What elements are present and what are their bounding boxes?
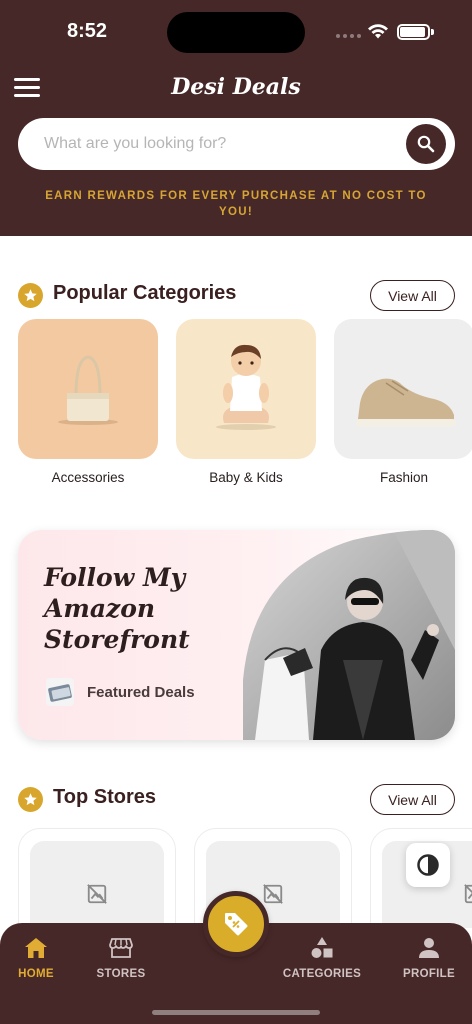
- amazon-storefront-banner[interactable]: Follow My Amazon Storefront Featured Dea…: [18, 530, 455, 740]
- image-placeholder-icon: [464, 884, 472, 904]
- search-input[interactable]: [44, 132, 384, 156]
- category-card-baby-kids[interactable]: Baby & Kids: [176, 319, 316, 485]
- top-stores-header: Top Stores View All: [18, 784, 455, 816]
- nav-categories[interactable]: CATEGORIES: [277, 935, 367, 980]
- view-all-stores-button[interactable]: View All: [370, 784, 455, 815]
- category-card-fashion[interactable]: Fashion: [334, 319, 472, 485]
- cellular-signal-icon: [336, 34, 361, 38]
- sneaker-image: [334, 319, 472, 459]
- nav-profile[interactable]: PROFILE: [384, 935, 472, 980]
- popular-categories-header: Popular Categories View All: [18, 280, 455, 312]
- handbag-image: [18, 319, 158, 459]
- nav-label: STORES: [96, 968, 146, 980]
- store-card[interactable]: [18, 828, 176, 928]
- nav-stores[interactable]: STORES: [76, 935, 166, 980]
- status-time: 8:52: [67, 20, 108, 42]
- search-button[interactable]: [406, 124, 446, 164]
- category-card-accessories[interactable]: Accessories: [18, 319, 158, 485]
- baby-image: [176, 319, 316, 459]
- featured-deals-label: Featured Deals: [87, 683, 195, 701]
- search-icon: [417, 135, 435, 153]
- store-image-placeholder: [30, 841, 164, 928]
- category-label: Accessories: [51, 470, 125, 485]
- contrast-icon: [417, 854, 439, 876]
- nav-label: HOME: [18, 968, 54, 980]
- store-icon: [109, 938, 133, 958]
- app-header: 8:52 Desi Deals EARN REWARDS FOR EVERY P…: [0, 0, 472, 236]
- profile-icon: [419, 938, 439, 958]
- section-title: Popular Categories: [53, 282, 237, 304]
- search-bar: [18, 118, 455, 170]
- theme-toggle-button[interactable]: [406, 843, 450, 887]
- view-all-categories-button[interactable]: View All: [370, 280, 455, 311]
- image-placeholder-icon: [263, 884, 283, 904]
- categories-carousel[interactable]: Accessories Baby & Kids Fashion: [18, 319, 472, 489]
- category-label: Fashion: [379, 470, 429, 485]
- app-title: Desi Deals: [171, 74, 301, 100]
- image-placeholder-icon: [87, 884, 107, 904]
- home-indicator: [152, 1010, 320, 1015]
- star-icon: [18, 787, 43, 812]
- star-icon: [18, 283, 43, 308]
- deals-fab-button[interactable]: [203, 891, 269, 957]
- dynamic-island: [167, 12, 305, 53]
- wifi-icon: [368, 24, 388, 39]
- rewards-banner-text: EARN REWARDS FOR EVERY PURCHASE AT NO CO…: [45, 190, 427, 218]
- fashion-model-photo: [243, 530, 455, 740]
- battery-icon: [397, 24, 434, 40]
- home-icon: [25, 938, 47, 958]
- section-title: Top Stores: [53, 786, 156, 808]
- deals-tag-icon: [225, 913, 248, 936]
- featured-deals-thumbnail: [46, 678, 74, 706]
- featured-deals-link[interactable]: Featured Deals: [46, 678, 195, 706]
- categories-icon: [311, 937, 333, 958]
- status-bar: 8:52: [0, 0, 472, 62]
- nav-home[interactable]: HOME: [0, 935, 81, 980]
- nav-label: PROFILE: [403, 968, 455, 980]
- category-label: Baby & Kids: [209, 470, 283, 485]
- banner-title: Follow My Amazon Storefront: [44, 563, 190, 654]
- nav-label: CATEGORIES: [282, 968, 362, 980]
